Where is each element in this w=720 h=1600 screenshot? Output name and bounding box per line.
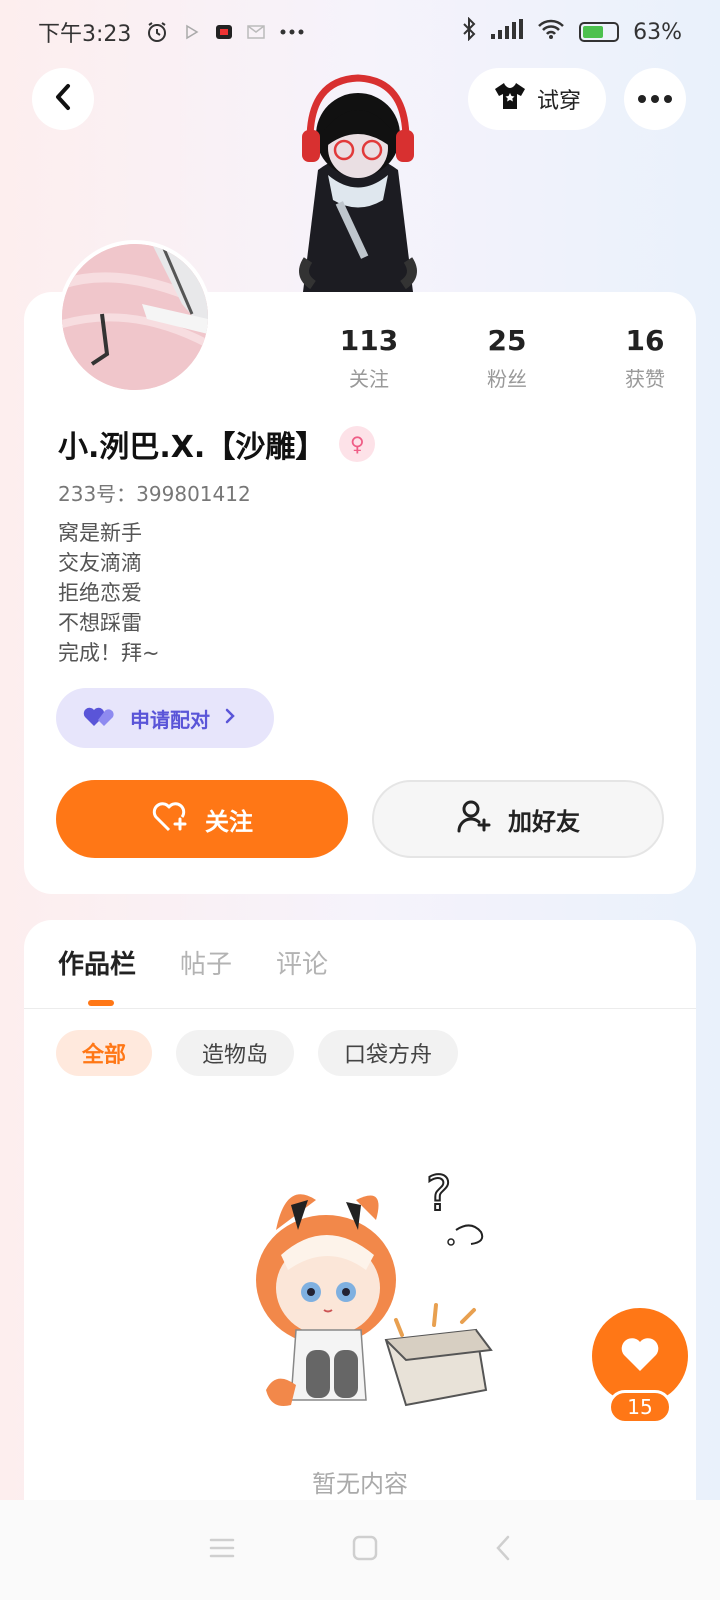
add-friend-label: 加好友 — [508, 807, 580, 836]
more-dots-icon — [638, 95, 672, 103]
follow-button[interactable]: 关注 — [56, 780, 348, 858]
username-row: 小.洌巴.X.【沙雕】 ♀ — [58, 422, 376, 466]
add-friend-button[interactable]: 加好友 — [372, 780, 664, 858]
back-button[interactable] — [32, 68, 94, 130]
bio: 窝是新手 交友滴滴 拒绝恋爱 不想踩雷 完成！拜~ — [58, 518, 160, 668]
empty-state-illustration: ? — [236, 1160, 506, 1430]
stat-following[interactable]: 113 关注 — [300, 324, 438, 392]
avatar-3d-figure — [288, 60, 428, 292]
username: 小.洌巴.X.【沙雕】 — [58, 430, 326, 465]
battery-percent: 63% — [633, 19, 682, 45]
menu-icon[interactable] — [209, 1537, 235, 1563]
filter-chips: 全部 造物岛 口袋方舟 — [56, 1030, 459, 1076]
stat-value: 16 — [625, 324, 665, 357]
chip-pocket-ark[interactable]: 口袋方舟 — [318, 1030, 459, 1076]
chip-all[interactable]: 全部 — [56, 1030, 153, 1076]
tab-comments[interactable]: 评论 — [276, 944, 328, 981]
user-id: 233号：399801412 — [58, 482, 251, 506]
bio-line: 完成！拜~ — [58, 641, 160, 665]
request-pair-button[interactable]: 申请配对 — [56, 688, 274, 748]
empty-state-text: 暂无内容 — [312, 1470, 408, 1498]
bio-line: 拒绝恋爱 — [58, 581, 142, 605]
try-on-label: 试穿 — [536, 89, 581, 114]
wifi-icon — [537, 18, 565, 46]
bio-line: 交友滴滴 — [58, 551, 142, 575]
bio-line: 窝是新手 — [58, 521, 142, 545]
tab-works[interactable]: 作品栏 — [58, 944, 136, 981]
stat-value: 113 — [339, 324, 399, 357]
double-heart-icon — [82, 704, 116, 733]
signal-icon — [491, 19, 524, 45]
stat-value: 25 — [487, 324, 527, 357]
stats-row: 113 关注 25 粉丝 16 获赞 — [300, 324, 714, 392]
chevron-left-icon — [53, 83, 73, 115]
status-time: 下午3:23 — [38, 22, 132, 47]
app-notification-icon — [215, 23, 233, 41]
chip-creation-island[interactable]: 造物岛 — [176, 1030, 295, 1076]
more-button[interactable] — [624, 68, 686, 130]
mail-icon — [247, 24, 266, 40]
female-gender-icon: ♀ — [339, 426, 376, 462]
chevron-right-icon — [224, 706, 236, 730]
follow-label: 关注 — [205, 807, 253, 836]
heart-plus-icon — [151, 799, 189, 839]
add-user-icon — [456, 798, 492, 840]
request-pair-label: 申请配对 — [130, 707, 210, 732]
stat-followers[interactable]: 25 粉丝 — [438, 324, 576, 392]
divider — [24, 1008, 696, 1009]
back-nav-icon[interactable] — [495, 1535, 511, 1565]
play-icon — [183, 23, 201, 41]
status-bar: 下午3:23 63% — [0, 0, 720, 64]
battery-fill — [583, 26, 604, 38]
tshirt-icon — [493, 81, 527, 117]
avatar[interactable] — [58, 240, 212, 394]
battery-icon — [579, 22, 620, 42]
heart-icon — [619, 1335, 661, 1377]
like-count-badge: 15 — [608, 1390, 672, 1424]
svg-text:?: ? — [426, 1166, 451, 1222]
active-tab-indicator — [88, 1000, 114, 1006]
stat-label: 关注 — [349, 367, 389, 391]
stat-likes[interactable]: 16 获赞 — [576, 324, 714, 392]
content-tabs: 作品栏 帖子 评论 — [58, 944, 328, 981]
bluetooth-icon — [461, 16, 477, 47]
more-icon — [279, 28, 305, 36]
home-icon[interactable] — [352, 1535, 378, 1565]
tab-posts[interactable]: 帖子 — [180, 944, 232, 981]
bio-line: 不想踩雷 — [58, 611, 142, 635]
alarm-icon — [145, 20, 169, 44]
system-nav-bar — [0, 1500, 720, 1600]
stat-label: 粉丝 — [487, 367, 527, 391]
stat-label: 获赞 — [625, 367, 665, 391]
try-on-button[interactable]: 试穿 — [468, 68, 606, 130]
